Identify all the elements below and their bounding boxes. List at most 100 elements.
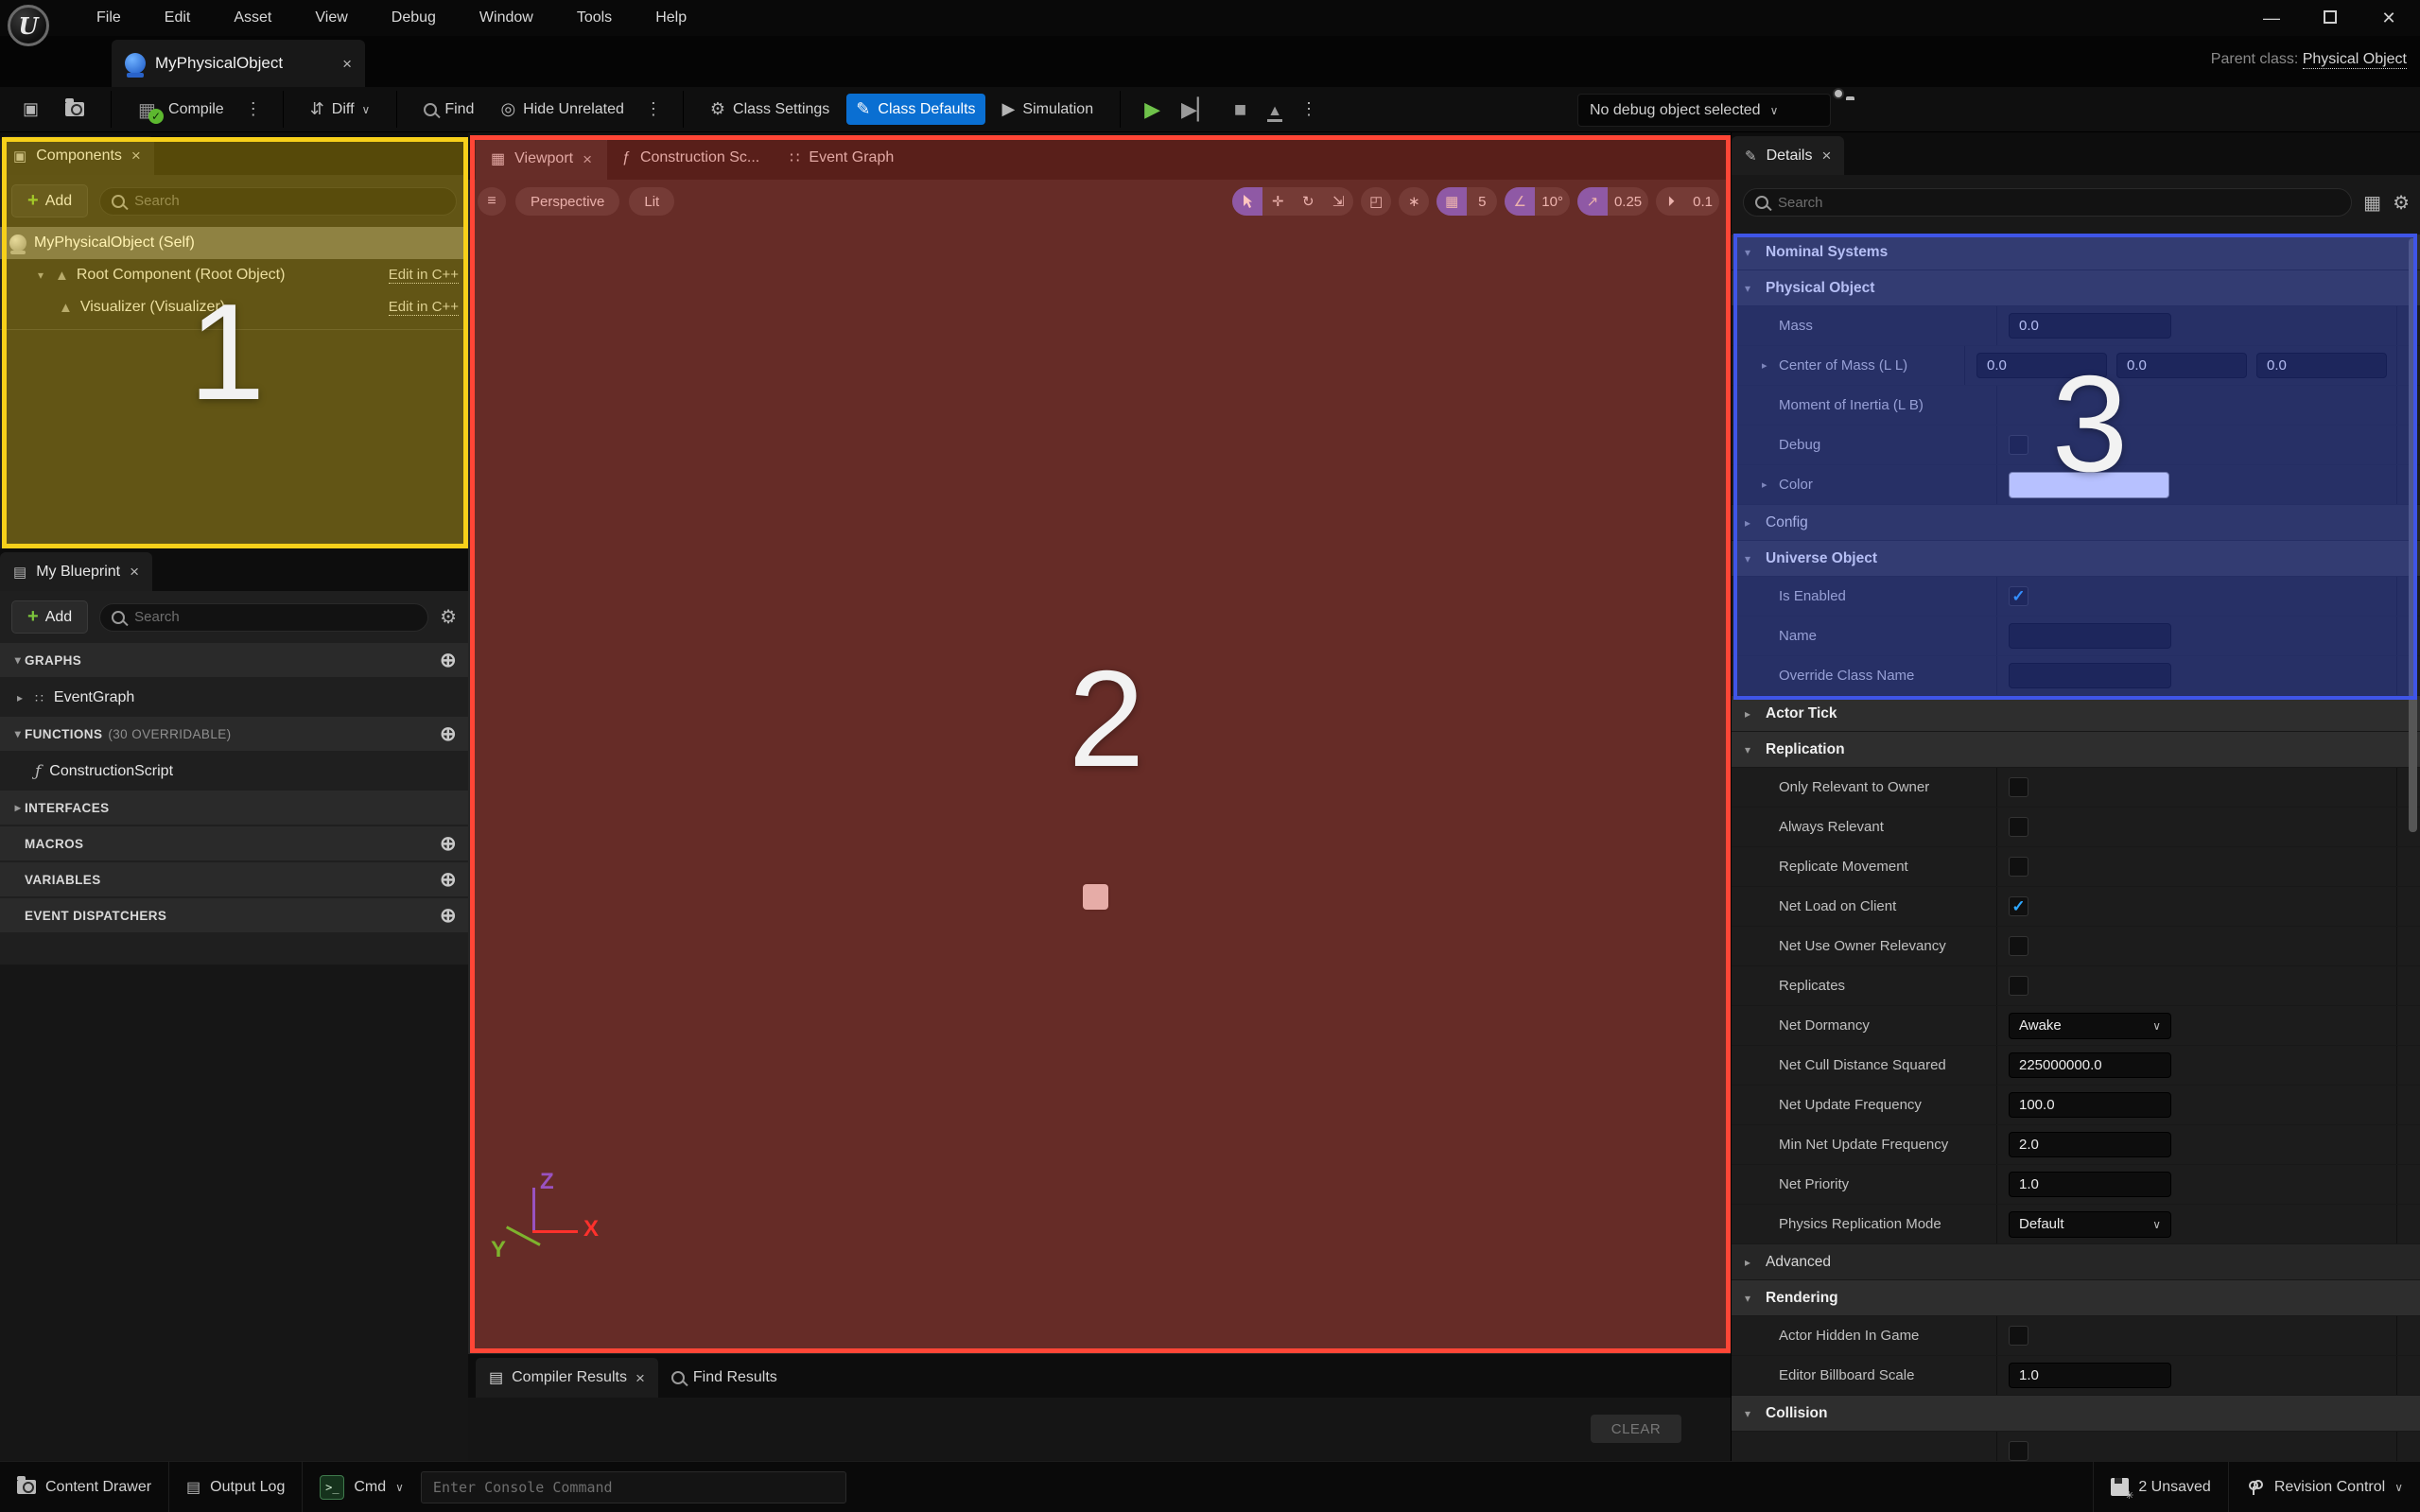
vector-field-0[interactable]: 0.0	[1976, 353, 2107, 378]
gear-icon[interactable]: ⚙	[2393, 191, 2410, 215]
details-category-collision[interactable]: ▾Collision	[1732, 1396, 2420, 1431]
compile-options-icon[interactable]: ⋮	[241, 99, 266, 119]
blueprint-item-constructionscript[interactable]: ƒConstructionScript	[0, 753, 468, 791]
edit-in-cpp-link[interactable]: Edit in C++	[389, 299, 459, 316]
menu-item-view[interactable]: View	[315, 9, 347, 26]
browse-asset-button[interactable]	[56, 96, 94, 122]
tab-viewport[interactable]: ▦Viewport×	[476, 136, 607, 180]
hide-unrelated-button[interactable]: ◎ Hide Unrelated	[491, 94, 633, 125]
simulation-button[interactable]: ▶ Simulation	[993, 94, 1104, 125]
console-command-input[interactable]	[421, 1471, 846, 1503]
details-category-actor-tick[interactable]: ▸Actor Tick	[1732, 696, 2420, 731]
menu-item-asset[interactable]: Asset	[234, 9, 271, 26]
checkbox[interactable]	[2009, 936, 2028, 956]
camera-icon[interactable]: ⏵	[1656, 187, 1686, 216]
blueprint-section-macros[interactable]: MACROS⊕	[0, 826, 468, 860]
find-button[interactable]: Find	[414, 96, 483, 124]
asset-tab-myphysicalobject[interactable]: MyPhysicalObject ×	[112, 40, 365, 87]
blueprint-section-variables[interactable]: VARIABLES⊕	[0, 862, 468, 896]
expander-icon[interactable]: ▾	[11, 653, 25, 667]
blueprint-item-eventgraph[interactable]: ▸∷EventGraph	[0, 679, 468, 717]
tab-my-blueprint[interactable]: ▤ My Blueprint ×	[0, 552, 152, 591]
checkbox[interactable]	[2009, 817, 2028, 837]
select-tool-icon[interactable]	[1232, 187, 1262, 216]
value-field[interactable]: 2.0	[2009, 1132, 2171, 1157]
revision-control-dropdown[interactable]: Revision Control ∨	[2229, 1462, 2420, 1512]
add-component-button[interactable]: + Add	[11, 184, 88, 217]
expander-icon[interactable]: ▾	[11, 727, 25, 740]
menu-item-tools[interactable]: Tools	[577, 9, 612, 26]
scale-snap-icon[interactable]: ↗	[1577, 187, 1608, 216]
save-button[interactable]: ▣	[13, 94, 48, 125]
value-field[interactable]	[2009, 663, 2171, 688]
checkbox[interactable]	[2009, 857, 2028, 877]
value-field[interactable]	[2009, 623, 2171, 649]
viewport[interactable]: ≡ Perspective Lit ✛ ↻ ⇲ ◰	[468, 180, 1731, 1392]
class-defaults-button[interactable]: ✎ Class Defaults	[846, 94, 984, 125]
components-search[interactable]	[99, 187, 457, 216]
checkbox[interactable]	[2009, 435, 2028, 455]
cmd-dropdown[interactable]: >_ Cmd ∨	[303, 1462, 421, 1512]
restore-icon[interactable]	[2320, 9, 2341, 28]
expander-icon[interactable]: ▾	[1745, 552, 1756, 565]
blueprint-section-event-dispatchers[interactable]: EVENT DISPATCHERS⊕	[0, 898, 468, 932]
eject-button[interactable]: ▲	[1261, 95, 1289, 125]
move-tool-icon[interactable]: ✛	[1262, 187, 1293, 216]
surface-snap-icon[interactable]: ∗	[1399, 187, 1429, 216]
content-drawer-button[interactable]: Content Drawer	[0, 1462, 168, 1512]
diff-button[interactable]: ⇵ Diff ∨	[301, 94, 380, 125]
color-swatch[interactable]	[2009, 472, 2169, 498]
minimize-icon[interactable]: —	[2261, 9, 2282, 28]
add-blueprint-item-button[interactable]: + Add	[11, 600, 88, 634]
details-category-config[interactable]: ▸Config	[1732, 505, 2420, 540]
angle-snap-icon[interactable]: ∠	[1505, 187, 1535, 216]
viewport-menu-icon[interactable]: ≡	[478, 187, 506, 216]
close-icon[interactable]: ×	[1821, 148, 1831, 164]
unsaved-button[interactable]: 2 Unsaved	[2094, 1462, 2228, 1512]
details-category-advanced[interactable]: ▸Advanced	[1732, 1244, 2420, 1279]
menu-item-help[interactable]: Help	[655, 9, 687, 26]
add-icon[interactable]: ⊕	[440, 904, 457, 928]
close-icon[interactable]: ×	[635, 1370, 645, 1386]
checkbox[interactable]	[2009, 777, 2028, 797]
expander-icon[interactable]: ▸	[1762, 359, 1771, 372]
object-sprite[interactable]	[1083, 884, 1108, 910]
blueprint-section-functions[interactable]: ▾FUNCTIONS(30 OVERRIDABLE)⊕	[0, 717, 468, 751]
frame-skip-icon[interactable]: ▶▏	[1175, 96, 1220, 124]
play-button[interactable]: ▶	[1138, 96, 1167, 124]
value-field[interactable]: 1.0	[2009, 1172, 2171, 1197]
value-field[interactable]: 225000000.0	[2009, 1052, 2171, 1078]
value-field[interactable]: 0.0	[2009, 313, 2171, 339]
menu-item-edit[interactable]: Edit	[165, 9, 191, 26]
expander-icon[interactable]: ▸	[1745, 707, 1756, 721]
expander-icon[interactable]: ▾	[1745, 1292, 1756, 1305]
vector-field-2[interactable]: 0.0	[2256, 353, 2387, 378]
tab-compiler-results[interactable]: ▤ Compiler Results ×	[476, 1358, 658, 1398]
expander-icon[interactable]: ▾	[34, 269, 47, 282]
details-category-universe-object[interactable]: ▾Universe Object	[1732, 541, 2420, 576]
close-icon[interactable]: ×	[583, 151, 592, 167]
add-icon[interactable]: ⊕	[440, 722, 457, 746]
details-scrollbar[interactable]	[2409, 238, 2417, 832]
details-category-nominal-systems[interactable]: ▾Nominal Systems	[1732, 235, 2420, 269]
expander-icon[interactable]: ▸	[13, 691, 26, 704]
perspective-dropdown[interactable]: Perspective	[515, 187, 619, 216]
dropdown[interactable]: Awake∨	[2009, 1013, 2171, 1039]
world-local-icon[interactable]: ◰	[1361, 187, 1391, 216]
my-blueprint-search-input[interactable]	[134, 609, 416, 625]
blueprint-section-graphs[interactable]: ▾GRAPHS⊕	[0, 643, 468, 677]
components-row-myphysicalobject-self[interactable]: MyPhysicalObject (Self)	[0, 227, 468, 259]
grid-snap-value[interactable]: 5	[1467, 187, 1497, 216]
add-icon[interactable]: ⊕	[440, 868, 457, 892]
components-search-input[interactable]	[134, 193, 444, 209]
expander-icon[interactable]: ▾	[1745, 246, 1756, 259]
compile-button[interactable]: ▦✓ Compile	[129, 93, 234, 127]
add-icon[interactable]: ⊕	[440, 649, 457, 672]
scale-snap-value[interactable]: 0.25	[1608, 187, 1648, 216]
details-category-rendering[interactable]: ▾Rendering	[1732, 1280, 2420, 1315]
debug-object-dropdown[interactable]: No debug object selected ∨	[1577, 94, 1831, 127]
expander-icon[interactable]: ▾	[1745, 743, 1756, 756]
details-search[interactable]	[1743, 188, 2352, 217]
close-icon[interactable]: ✕	[2378, 9, 2399, 28]
close-icon[interactable]: ×	[342, 56, 352, 72]
